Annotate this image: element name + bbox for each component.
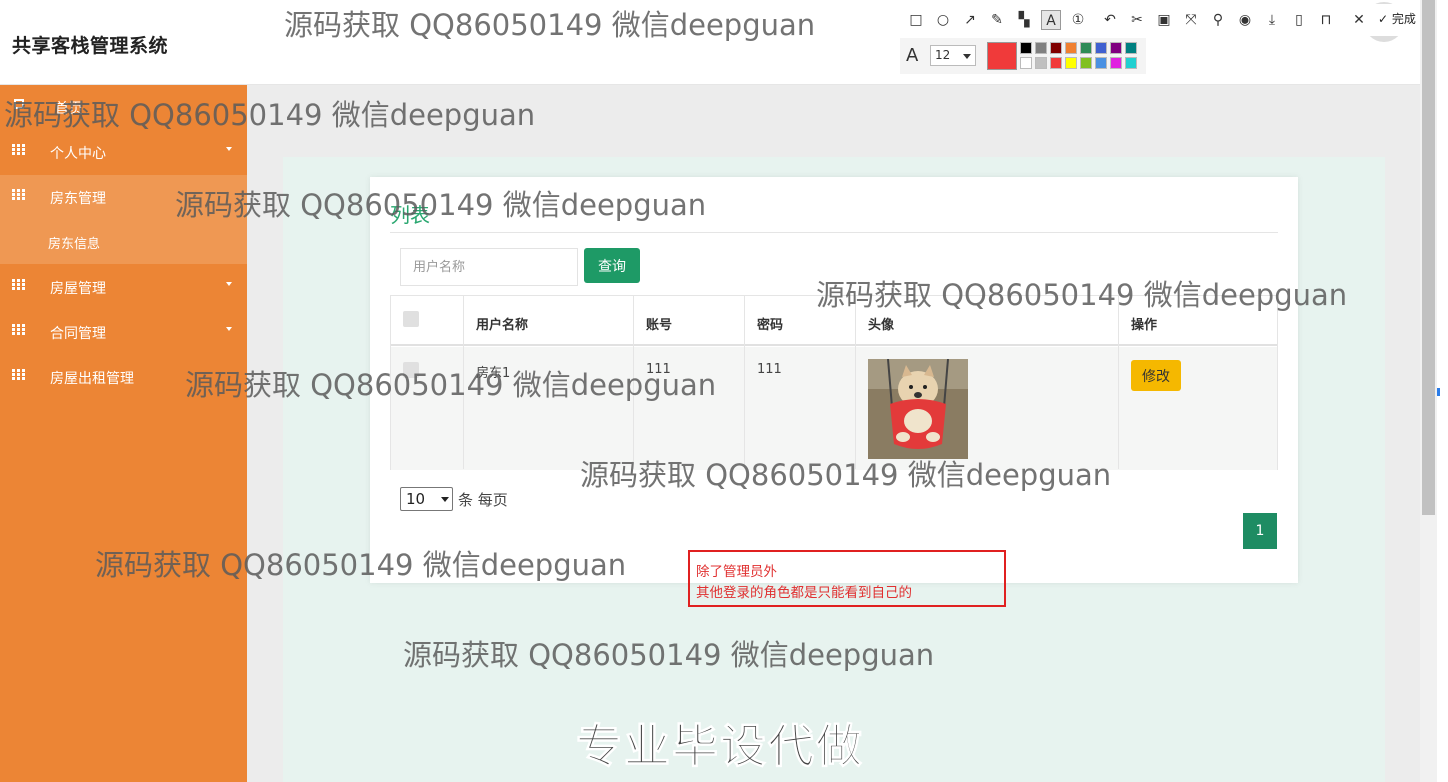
grid-icon <box>12 144 25 155</box>
annotation-toolbar: □ ○ ↗ ✎ ▚ A ① ↶ ✂ ▣ ⤧ ⚲ ◉ ⤓ ▯ ⊓ ✕ ✓ 完成 <box>900 4 1438 36</box>
sidebar-subitem-landlord-info[interactable]: 房东信息 <box>0 219 247 264</box>
color-swatch[interactable] <box>1035 42 1047 54</box>
done-label: 完成 <box>1391 12 1416 26</box>
pin-icon[interactable]: ⚲ <box>1208 10 1228 30</box>
number-icon[interactable]: ① <box>1068 10 1088 30</box>
arrow-icon[interactable]: ↗ <box>960 10 980 30</box>
grid-icon <box>12 324 25 335</box>
color-swatch[interactable] <box>1125 42 1137 54</box>
chevron-down-icon <box>226 147 232 151</box>
annotation-textbox[interactable]: 除了管理员外 其他登录的角色都是只能看到自己的 <box>688 550 1006 607</box>
close-icon[interactable]: ✕ <box>1349 10 1369 30</box>
color-swatch[interactable] <box>1050 42 1062 54</box>
scissors-icon[interactable]: ✂ <box>1127 10 1147 30</box>
color-swatch[interactable] <box>1110 57 1122 69</box>
pen-icon[interactable]: ✎ <box>987 10 1007 30</box>
avatar-image <box>868 359 968 459</box>
sidebar-subitem-label: 房东信息 <box>48 237 101 252</box>
page-size-select[interactable]: 10 <box>400 487 453 511</box>
vertical-scrollbar[interactable] <box>1420 0 1437 782</box>
watermark: 源码获取 QQ86050149 微信deepguan <box>4 98 536 132</box>
font-icon: A <box>906 45 919 66</box>
bookmark-icon[interactable]: ⊓ <box>1316 10 1336 30</box>
sidebar-item-label: 房屋出租管理 <box>50 371 134 387</box>
window-edge <box>1437 0 1448 782</box>
ellipse-icon[interactable]: ○ <box>933 10 953 30</box>
watermark: 源码获取 QQ86050149 微信deepguan <box>95 548 627 582</box>
color-swatch[interactable] <box>1080 42 1092 54</box>
sidebar-item-contract-management[interactable]: 合同管理 <box>0 310 247 355</box>
chevron-down-icon <box>226 282 232 286</box>
color-swatch[interactable] <box>1020 42 1032 54</box>
color-swatch[interactable] <box>1065 57 1077 69</box>
cell-password: 111 <box>757 362 782 377</box>
column-header: 用户名称 <box>476 318 529 333</box>
color-swatch[interactable] <box>1080 57 1092 69</box>
done-button[interactable]: ✓ 完成 <box>1378 10 1416 27</box>
watermark: 源码获取 QQ86050149 微信deepguan <box>185 368 717 402</box>
text-style-toolbar: A 12 <box>900 38 1146 74</box>
divider <box>390 232 1278 233</box>
color-swatch[interactable] <box>1065 42 1077 54</box>
search-input[interactable] <box>400 248 578 286</box>
sidebar-item-label: 个人中心 <box>50 146 106 162</box>
column-divider <box>744 296 745 469</box>
page-size-value: 10 <box>406 490 426 508</box>
sidebar-item-label: 房屋管理 <box>50 281 106 297</box>
ocr-icon[interactable]: ▣ <box>1154 10 1174 30</box>
watermark: 源码获取 QQ86050149 微信deepguan <box>580 458 1112 492</box>
color-swatch[interactable] <box>1035 57 1047 69</box>
record-icon[interactable]: ◉ <box>1235 10 1255 30</box>
grid-icon <box>12 189 25 200</box>
watermark: 源码获取 QQ86050149 微信deepguan <box>403 638 935 672</box>
column-divider <box>855 296 856 469</box>
page-size-label: 条 每页 <box>458 491 508 509</box>
sidebar-item-label: 房东管理 <box>50 191 106 207</box>
undo-icon[interactable]: ↶ <box>1100 10 1120 30</box>
mosaic-icon[interactable]: ▚ <box>1014 10 1034 30</box>
edge-marker <box>1437 388 1440 396</box>
rectangle-icon[interactable]: □ <box>906 10 926 30</box>
grid-icon <box>12 369 25 380</box>
column-header: 头像 <box>868 318 895 333</box>
column-header: 密码 <box>757 318 784 333</box>
color-swatch[interactable] <box>1095 42 1107 54</box>
check-icon: ✓ <box>1378 12 1389 26</box>
chevron-down-icon <box>963 54 971 59</box>
grid-icon <box>12 279 25 290</box>
page-button-current[interactable]: 1 <box>1243 513 1277 549</box>
color-swatch[interactable] <box>1050 57 1062 69</box>
column-header: 账号 <box>646 318 673 333</box>
phone-icon[interactable]: ▯ <box>1289 10 1309 30</box>
watermark: 源码获取 QQ86050149 微信deepguan <box>175 188 707 222</box>
chevron-down-icon <box>441 497 449 502</box>
font-size-select[interactable]: 12 <box>930 45 976 66</box>
sidebar-item-personal-center[interactable]: 个人中心 <box>0 130 247 175</box>
sidebar-item-house-management[interactable]: 房屋管理 <box>0 265 247 310</box>
watermark: 源码获取 QQ86050149 微信deepguan <box>816 278 1348 312</box>
app-title: 共享客栈管理系统 <box>12 35 169 57</box>
download-icon[interactable]: ⤓ <box>1262 10 1282 30</box>
scale-icon[interactable]: ⤧ <box>1181 10 1201 30</box>
query-button[interactable]: 查询 <box>584 248 640 283</box>
sidebar-item-label: 合同管理 <box>50 326 106 342</box>
annotation-line-2: 其他登录的角色都是只能看到自己的 <box>696 585 912 601</box>
column-divider <box>1118 296 1119 469</box>
color-swatch[interactable] <box>1020 57 1032 69</box>
font-size-value: 12 <box>935 48 951 62</box>
chevron-down-icon <box>226 327 232 331</box>
color-swatch[interactable] <box>1125 57 1137 69</box>
select-all-checkbox[interactable] <box>403 311 419 327</box>
watermark: 源码获取 QQ86050149 微信deepguan <box>284 8 816 42</box>
promo-watermark: 专业毕设代做 <box>576 719 864 774</box>
text-icon[interactable]: A <box>1041 10 1061 30</box>
edit-button[interactable]: 修改 <box>1131 360 1181 391</box>
color-swatch[interactable] <box>1110 42 1122 54</box>
column-header: 操作 <box>1131 318 1158 333</box>
scrollbar-thumb[interactable] <box>1422 0 1435 515</box>
annotation-line-1: 除了管理员外 <box>696 564 777 580</box>
color-swatch[interactable] <box>1095 57 1107 69</box>
current-color[interactable] <box>987 42 1017 70</box>
